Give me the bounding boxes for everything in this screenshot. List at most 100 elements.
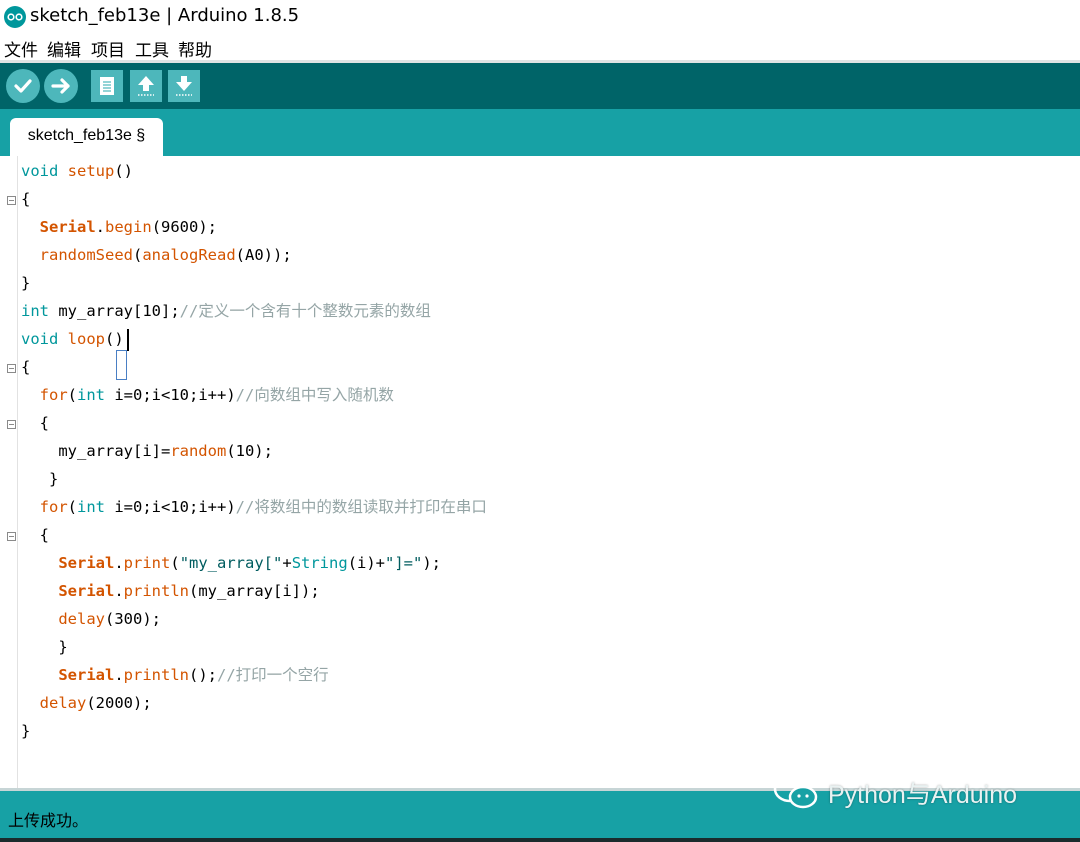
code-token: void <box>21 162 59 180</box>
code-token: println <box>123 582 189 600</box>
code-token: () <box>105 330 124 348</box>
upload-arrow-icon <box>51 78 70 94</box>
code-token: () <box>114 162 134 180</box>
menu-file[interactable]: 文件 <box>4 36 38 61</box>
code-token: (my_array[i]); <box>189 582 320 600</box>
code-token: } <box>58 638 68 656</box>
fold-toggle-icon[interactable] <box>7 196 16 205</box>
editor-gutter <box>0 156 18 788</box>
code-line: } <box>21 274 31 292</box>
verify-button[interactable] <box>6 69 40 103</box>
code-token: Serial <box>58 582 115 600</box>
menu-help[interactable]: 帮助 <box>178 36 212 61</box>
code-token: ( <box>133 246 143 264</box>
text-caret <box>127 329 129 351</box>
fold-toggle-icon[interactable] <box>7 364 16 373</box>
toolbar <box>0 63 1080 109</box>
code-token: for <box>39 386 68 404</box>
code-comment: //打印一个空行 <box>217 666 329 684</box>
code-token: i=0;i<10;i++) <box>105 498 236 516</box>
code-token: . <box>114 666 124 684</box>
code-line: void setup() <box>21 157 133 185</box>
code-line: int my_array[10];//定义一个含有十个整数元素的数组 <box>21 297 431 325</box>
code-token: } <box>49 470 59 488</box>
code-token: println <box>123 666 189 684</box>
console-top-border <box>0 838 1080 842</box>
code-token: Serial <box>58 554 115 572</box>
code-string: "my_array[" <box>179 554 283 572</box>
code-comment: //定义一个含有十个整数元素的数组 <box>179 302 431 320</box>
code-token: begin <box>105 218 152 236</box>
verify-icon <box>14 79 32 93</box>
code-token: randomSeed <box>39 246 133 264</box>
code-line: randomSeed(analogRead(A0)); <box>21 241 292 269</box>
code-line: { <box>21 521 49 549</box>
code-token: { <box>39 526 50 544</box>
code-token: i=0;i<10;i++) <box>105 386 236 404</box>
save-button[interactable] <box>168 70 200 102</box>
code-line: } <box>21 633 68 661</box>
title-bar: sketch_feb13e | Arduino 1.8.5 <box>0 0 1080 34</box>
code-token: (i)+ <box>347 554 386 572</box>
fold-toggle-icon[interactable] <box>7 420 16 429</box>
tab-sketch[interactable]: sketch_feb13e § <box>10 118 163 156</box>
code-line: for(int i=0;i<10;i++)//将数组中的数组读取并打印在串口 <box>21 493 487 521</box>
code-token: + <box>282 554 292 572</box>
code-token: ( <box>170 554 180 572</box>
code-line: void loop() <box>21 325 124 353</box>
code-token: (300); <box>105 610 161 628</box>
watermark-text: Python与Arduino <box>828 781 1018 809</box>
code-token: (10); <box>226 442 273 460</box>
code-line: { <box>21 358 31 376</box>
code-token: (A0)); <box>235 246 292 264</box>
code-line: Serial.print("my_array["+String(i)+"]=")… <box>21 549 441 577</box>
code-token: ( <box>67 386 78 404</box>
code-string: "]=" <box>385 554 423 572</box>
code-token: String <box>291 554 348 572</box>
code-comment: //向数组中写入随机数 <box>235 386 394 404</box>
menu-tools[interactable]: 工具 <box>135 36 169 61</box>
open-button[interactable] <box>130 70 162 102</box>
menu-sketch[interactable]: 项目 <box>91 36 125 61</box>
window-title: sketch_feb13e | Arduino 1.8.5 <box>30 5 300 26</box>
code-line: Serial.println();//打印一个空行 <box>21 661 329 689</box>
code-token: my_array[10]; <box>49 302 180 320</box>
code-line: delay(2000); <box>21 689 152 717</box>
code-token: . <box>95 218 106 236</box>
code-token: { <box>39 414 50 432</box>
code-token: ); <box>422 554 442 572</box>
code-line: } <box>21 722 31 740</box>
code-editor[interactable]: void setup() { Serial.begin(9600); rando… <box>0 156 1080 788</box>
code-token: Serial <box>58 666 115 684</box>
code-token: loop <box>67 330 105 348</box>
code-token: . <box>114 554 124 572</box>
new-button[interactable] <box>91 70 123 102</box>
code-token: . <box>114 582 124 600</box>
menu-edit[interactable]: 编辑 <box>47 36 81 61</box>
code-token: delay <box>39 694 87 712</box>
code-token: random <box>170 442 227 460</box>
code-token: (2000); <box>86 694 152 712</box>
code-line: my_array[i]=random(10); <box>21 437 273 465</box>
arduino-logo-icon <box>4 6 26 28</box>
code-token: int <box>77 498 106 516</box>
save-arrow-down-icon <box>176 76 192 96</box>
code-line: Serial.begin(9600); <box>21 213 217 241</box>
fold-toggle-icon[interactable] <box>7 532 16 541</box>
code-token: setup <box>67 162 115 180</box>
code-token: analogRead <box>142 246 236 264</box>
code-token: (); <box>189 666 217 684</box>
code-token: int <box>21 302 49 320</box>
code-token: my_array[i]= <box>58 442 171 460</box>
code-comment: //将数组中的数组读取并打印在串口 <box>235 498 487 516</box>
tab-strip: sketch_feb13e § <box>0 109 1080 156</box>
code-line: } <box>21 465 58 493</box>
wechat-icon <box>773 775 818 809</box>
code-token: void <box>21 330 59 348</box>
new-file-icon <box>100 77 114 95</box>
code-line: delay(300); <box>21 605 161 633</box>
tab-label: sketch_feb13e § <box>27 127 146 144</box>
code-token: int <box>77 386 106 404</box>
code-token: print <box>123 554 171 572</box>
upload-button[interactable] <box>44 69 78 103</box>
